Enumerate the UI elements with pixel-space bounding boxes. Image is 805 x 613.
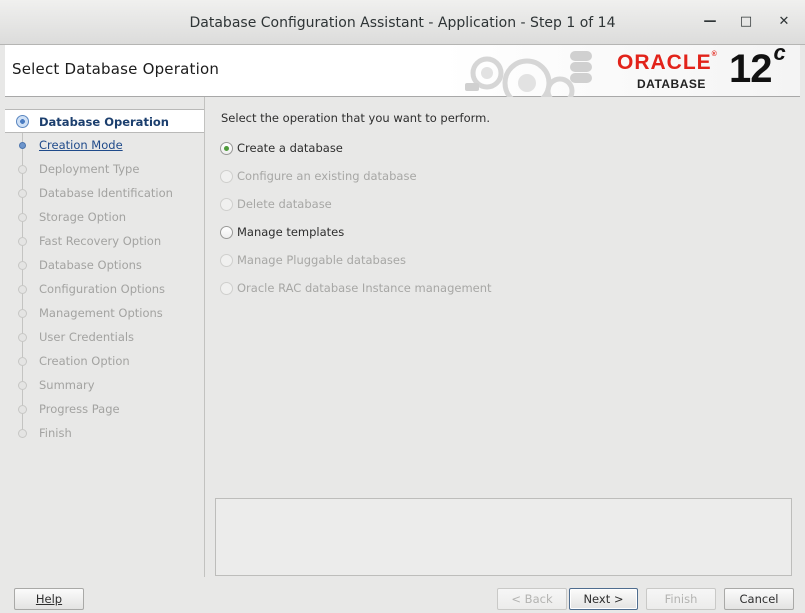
window-titlebar[interactable]: Database Configuration Assistant - Appli… [0, 0, 805, 45]
step-status-icon [18, 429, 27, 438]
option-label: Oracle RAC database Instance management [237, 281, 492, 295]
nav-item-creation-option: Creation Option [5, 349, 204, 373]
finish-button[interactable]: Finish [646, 588, 716, 610]
nav-item-label: Storage Option [39, 210, 127, 224]
step-status-icon [18, 405, 27, 414]
database-wordmark: DATABASE [637, 77, 706, 91]
nav-item-label: Deployment Type [39, 162, 140, 176]
maximize-icon[interactable]: □ [734, 10, 758, 34]
nav-item-database-options: Database Options [5, 253, 204, 277]
step-status-icon [16, 115, 29, 128]
nav-item-label: Fast Recovery Option [39, 234, 162, 248]
radio-button [220, 282, 233, 295]
nav-item-label: Database Operation [39, 115, 169, 129]
gears-icon [465, 51, 592, 97]
button-bar: Help < Back Next > Finish Cancel [0, 577, 805, 613]
option-label: Configure an existing database [237, 169, 417, 183]
nav-item-label: Creation Mode [39, 138, 123, 152]
help-button-label: Help [35, 592, 63, 606]
main-content: Select the operation that you want to pe… [206, 97, 800, 577]
radio-button[interactable] [220, 226, 233, 239]
oracle-wordmark: ORACLE® [617, 51, 718, 74]
page-title: Select Database Operation [12, 60, 220, 78]
next-button[interactable]: Next > [569, 588, 638, 610]
oracle-logo: ORACLE® DATABASE 12c [617, 39, 797, 93]
nav-item-progress-page: Progress Page [5, 397, 204, 421]
nav-item-label: Database Options [39, 258, 142, 272]
nav-item-label: Configuration Options [39, 282, 166, 296]
step-navigation: Database Operation Creation Mode Deploymen… [5, 97, 205, 577]
close-icon[interactable]: ✕ [772, 10, 796, 34]
nav-item-label: Progress Page [39, 402, 120, 416]
radio-button [220, 198, 233, 211]
step-status-icon [18, 189, 27, 198]
step-status-icon [18, 285, 27, 294]
window-title: Database Configuration Assistant - Appli… [189, 15, 616, 31]
step-status-icon [18, 333, 27, 342]
nav-item-database-operation[interactable]: Database Operation [5, 109, 204, 133]
nav-item-finish: Finish [5, 421, 204, 445]
cancel-button[interactable]: Cancel [724, 588, 794, 610]
radio-button [220, 170, 233, 183]
nav-item-fast-recovery-option: Fast Recovery Option [5, 229, 204, 253]
radio-button[interactable] [220, 142, 233, 155]
step-status-icon [18, 165, 27, 174]
nav-item-database-identification: Database Identification [5, 181, 204, 205]
nav-item-label: Summary [39, 378, 95, 392]
operation-prompt: Select the operation that you want to pe… [221, 111, 491, 125]
nav-item-label: Creation Option [39, 354, 130, 368]
minimize-icon[interactable]: — [698, 10, 722, 34]
step-status-icon [18, 309, 27, 318]
nav-item-label: User Credentials [39, 330, 135, 344]
message-area [215, 498, 792, 576]
step-status-icon [18, 213, 27, 222]
nav-item-creation-mode[interactable]: Creation Mode [5, 133, 204, 157]
nav-item-deployment-type: Deployment Type [5, 157, 204, 181]
nav-item-management-options: Management Options [5, 301, 204, 325]
nav-item-label: Management Options [39, 306, 163, 320]
option-label: Delete database [237, 197, 332, 211]
back-button[interactable]: < Back [497, 588, 567, 610]
step-status-icon [19, 142, 26, 149]
help-button[interactable]: Help [14, 588, 84, 610]
nav-item-user-credentials: User Credentials [5, 325, 204, 349]
nav-item-label: Finish [39, 426, 72, 440]
step-status-icon [18, 237, 27, 246]
version-badge: 12c [729, 39, 786, 91]
nav-item-label: Database Identification [39, 186, 173, 200]
option-label: Manage templates [237, 225, 345, 239]
nav-item-summary: Summary [5, 373, 204, 397]
step-status-icon [18, 261, 27, 270]
radio-button [220, 254, 233, 267]
step-header: Select Database Operation ORACLE® DATABA… [5, 39, 800, 97]
step-status-icon [18, 381, 27, 390]
option-label: Manage Pluggable databases [237, 253, 406, 267]
step-status-icon [18, 357, 27, 366]
option-label: Create a database [237, 141, 343, 155]
nav-item-storage-option: Storage Option [5, 205, 204, 229]
nav-item-configuration-options: Configuration Options [5, 277, 204, 301]
